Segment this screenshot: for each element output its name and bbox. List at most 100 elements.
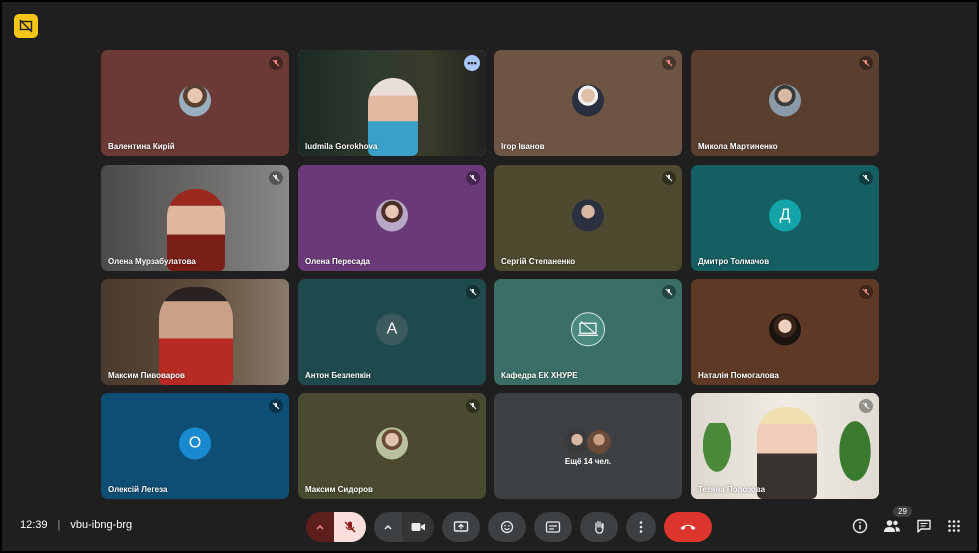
participant-name: Микола Мартиненко (698, 142, 778, 151)
avatar (376, 199, 408, 232)
participant-name: Олексій Легеза (108, 485, 168, 494)
department-logo-icon (571, 312, 605, 347)
participant-tile-active[interactable]: ••• Iudmila Gorokhova (298, 50, 486, 156)
reactions-button[interactable] (488, 512, 526, 542)
participant-name: Олена Мурзабулатова (108, 257, 196, 266)
participant-name: Сергій Степаненко (501, 257, 576, 266)
more-options-button[interactable] (626, 512, 656, 542)
participant-name: Iudmila Gorokhova (305, 142, 378, 151)
mic-off-icon (859, 285, 873, 299)
meet-window: Валентина Кирій ••• Iudmila Gorokhova Іг… (0, 0, 979, 553)
chat-icon (917, 519, 931, 533)
people-button[interactable] (883, 518, 901, 539)
participant-tile[interactable]: О Олексій Легеза (101, 393, 289, 499)
mic-off-icon (662, 285, 676, 299)
participant-tile[interactable]: Олена Мурзабулатова (101, 165, 289, 271)
mic-off-icon (269, 171, 283, 185)
avatar (572, 84, 604, 117)
participant-tile[interactable]: Д Дмитро Толмачов (691, 165, 879, 271)
participant-name: Кафедра ЕК ХНУРЕ (501, 371, 578, 380)
activities-button[interactable] (947, 519, 961, 538)
avatar-letter: А (376, 313, 408, 346)
participant-name: Антон Безлепкін (305, 371, 371, 380)
participant-name: Валентина Кирій (108, 142, 175, 151)
hang-up-icon (680, 524, 696, 530)
participant-tile[interactable]: Тетяна Полозова (691, 393, 879, 499)
present-screen-icon (453, 521, 469, 532)
participant-name: Тетяна Полозова (698, 485, 766, 494)
more-participants-label: Ещё 14 чел. (564, 457, 612, 466)
more-participants-tile[interactable]: Ещё 14 чел. (494, 393, 682, 499)
mic-off-icon (466, 399, 480, 413)
participant-tile[interactable]: Наталія Помогалова (691, 279, 879, 385)
participant-tile[interactable]: Максим Сидоров (298, 393, 486, 499)
participant-tile[interactable]: Ігор Іванов (494, 50, 682, 156)
camera-options-button[interactable] (374, 512, 402, 542)
captions-button[interactable] (534, 512, 572, 542)
grouped-avatars (564, 429, 612, 455)
chevron-up-icon (384, 524, 392, 530)
chat-button[interactable] (916, 518, 932, 539)
participant-name: Максим Пивоваров (108, 371, 185, 380)
mic-options-button[interactable] (306, 512, 334, 542)
hand-icon (595, 520, 604, 534)
participant-tile[interactable]: Сергій Степаненко (494, 165, 682, 271)
emoji-icon (500, 520, 514, 534)
camera-toggle-button[interactable] (402, 512, 434, 542)
captions-icon (545, 521, 561, 533)
participant-tile[interactable]: Олена Пересада (298, 165, 486, 271)
participant-name: Олена Пересада (305, 257, 370, 266)
leave-call-button[interactable] (664, 512, 712, 542)
participant-tile[interactable]: Кафедра ЕК ХНУРЕ (494, 279, 682, 385)
mic-control (306, 512, 366, 542)
mic-toggle-button[interactable] (334, 512, 366, 542)
participant-tile[interactable]: Максим Пивоваров (101, 279, 289, 385)
participant-tile[interactable]: Валентина Кирій (101, 50, 289, 156)
clock: 12:39 (20, 519, 48, 531)
avatar (586, 429, 612, 455)
avatar (769, 84, 801, 117)
participant-name: Максим Сидоров (305, 485, 373, 494)
present-screen-button[interactable] (442, 512, 480, 542)
mic-off-icon (269, 399, 283, 413)
presentation-off-icon[interactable] (14, 14, 38, 38)
avatar (179, 84, 211, 117)
participant-name: Наталія Помогалова (698, 371, 779, 380)
plant-decoration (699, 423, 735, 479)
mic-off-icon (466, 171, 480, 185)
mic-off-icon (269, 56, 283, 70)
more-options-icon[interactable]: ••• (464, 55, 480, 71)
mic-off-icon (344, 521, 356, 533)
mic-off-icon (466, 285, 480, 299)
side-panel-controls (852, 518, 961, 539)
call-controls (306, 512, 712, 542)
avatar-letter: О (179, 427, 211, 460)
mic-off-icon (859, 171, 873, 185)
camera-control (374, 512, 434, 542)
meeting-info: 12:39 | vbu-ibng-brg (20, 519, 132, 531)
chevron-up-icon (316, 524, 324, 530)
participant-tile[interactable]: А Антон Безлепкін (298, 279, 486, 385)
raise-hand-button[interactable] (580, 512, 618, 542)
people-icon (884, 520, 900, 532)
participant-name: Дмитро Толмачов (698, 257, 770, 266)
more-vert-icon (639, 521, 643, 533)
mic-off-icon (859, 56, 873, 70)
person-silhouette (757, 407, 817, 499)
participant-count-badge: 29 (893, 506, 912, 517)
mic-off-icon (662, 171, 676, 185)
meeting-details-button[interactable] (852, 518, 868, 539)
avatar-letter: Д (769, 199, 801, 232)
plant-decoration (835, 413, 875, 489)
avatar (572, 199, 604, 232)
mic-off-icon (859, 399, 873, 413)
info-icon (852, 518, 868, 534)
avatar (769, 313, 801, 346)
participant-name: Ігор Іванов (501, 142, 545, 151)
camera-icon (411, 523, 425, 531)
apps-grid-icon (948, 520, 960, 532)
participant-tile[interactable]: Микола Мартиненко (691, 50, 879, 156)
avatar (376, 427, 408, 460)
meeting-code: vbu-ibng-brg (70, 519, 133, 531)
mic-off-icon (662, 56, 676, 70)
